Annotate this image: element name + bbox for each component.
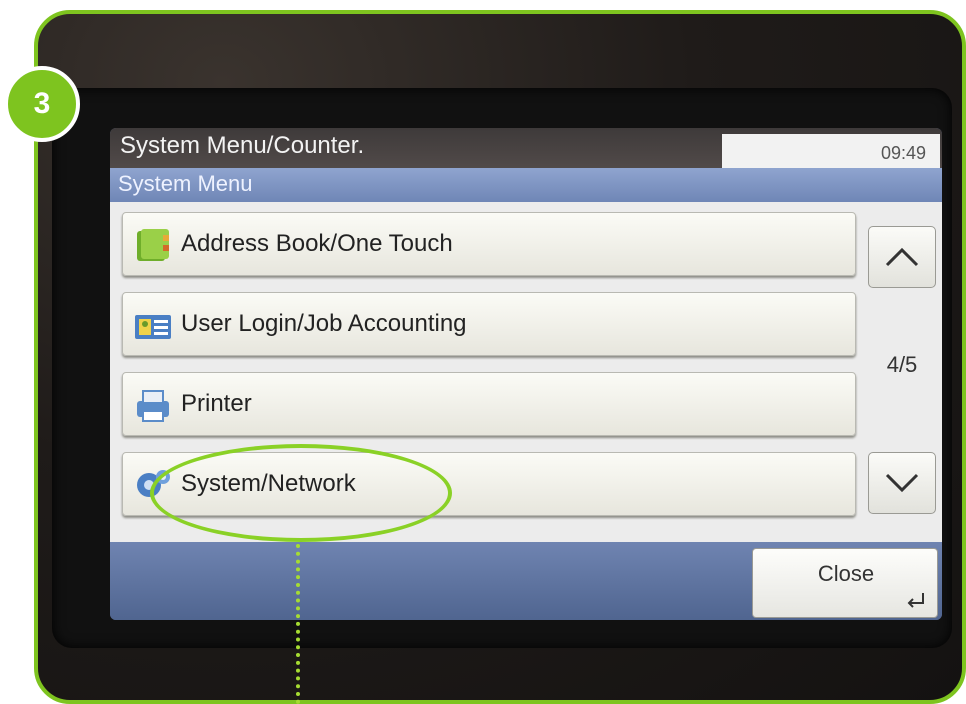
menu-item-label: Printer — [181, 390, 252, 417]
close-button[interactable]: Close — [752, 548, 938, 618]
screen-title: System Menu/Counter. — [120, 132, 365, 159]
menu-item-user-login[interactable]: User Login/Job Accounting — [122, 292, 856, 356]
printer-icon — [137, 390, 169, 422]
printer-screen: System Menu/Counter. 09:49 System Menu A… — [110, 128, 942, 620]
subtitle-bar: System Menu — [110, 168, 942, 202]
menu-item-label: User Login/Job Accounting — [181, 310, 467, 337]
scroll-down-button[interactable] — [868, 452, 936, 514]
page-indicator: 4/5 — [886, 352, 918, 377]
close-button-label: Close — [817, 561, 875, 586]
chevron-up-icon — [885, 247, 919, 267]
clock-time: 09:49 — [880, 143, 926, 163]
step-badge: 3 — [4, 66, 80, 142]
address-book-icon — [137, 229, 169, 261]
user-login-icon — [135, 315, 171, 339]
bottom-bar: Close — [110, 542, 942, 620]
title-bar: System Menu/Counter. 09:49 — [110, 128, 942, 168]
menu-list: Address Book/One Touch User Login/Job Ac… — [110, 202, 942, 542]
page-title: System Menu — [118, 171, 253, 196]
system-network-icon — [137, 470, 170, 497]
enter-icon — [907, 593, 924, 608]
clock-area: 09:49 — [722, 134, 940, 168]
menu-item-label: Address Book/One Touch — [181, 230, 453, 257]
chevron-down-icon — [885, 473, 919, 493]
menu-item-printer[interactable]: Printer — [122, 372, 856, 436]
menu-item-system-network[interactable]: System/Network — [122, 452, 856, 516]
menu-item-address-book[interactable]: Address Book/One Touch — [122, 212, 856, 276]
scroll-up-button[interactable] — [868, 226, 936, 288]
pager: 4/5 — [868, 212, 938, 528]
menu-item-label: System/Network — [181, 470, 356, 497]
